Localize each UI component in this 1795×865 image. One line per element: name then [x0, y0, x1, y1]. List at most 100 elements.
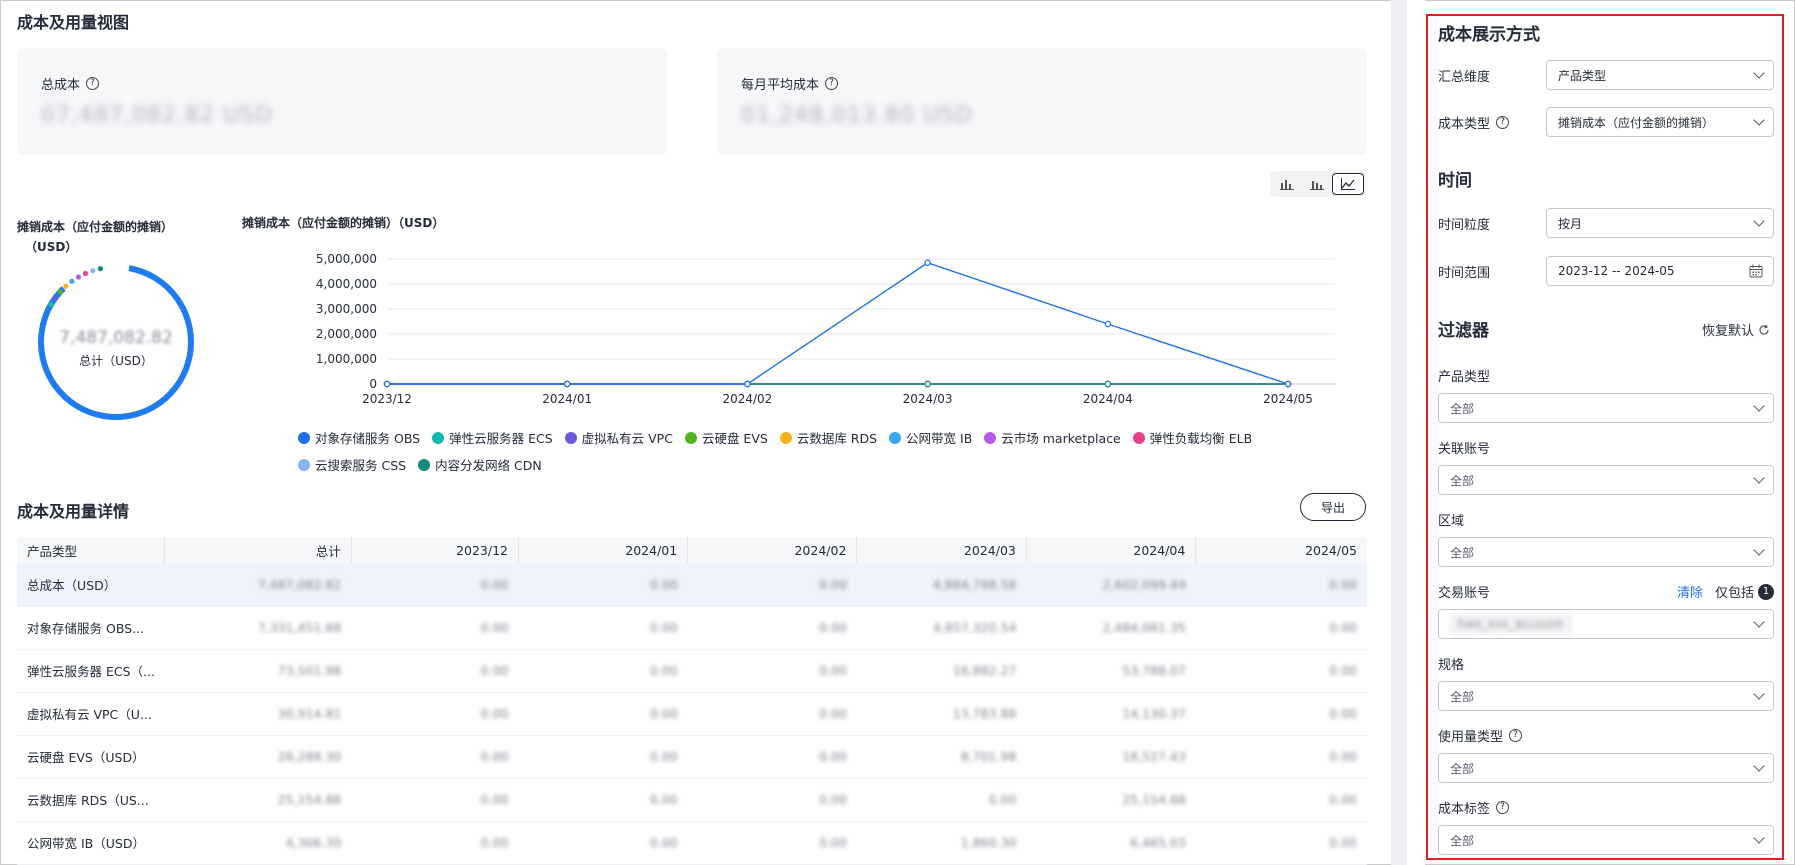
bar-chart-icon[interactable] — [1272, 173, 1302, 195]
product-type-select[interactable]: 全部 — [1438, 393, 1774, 423]
x-tick-label: 2024/04 — [1083, 392, 1133, 406]
legend-dot-icon — [984, 431, 997, 444]
donut-segment — [75, 274, 82, 280]
x-tick-label: 2024/02 — [722, 392, 772, 406]
legend-item[interactable]: 弹性负载均衡 ELB — [1132, 428, 1253, 447]
help-icon[interactable]: ? — [1509, 729, 1523, 742]
row-value: 0.00 — [1329, 576, 1357, 592]
chart-title: 摊销成本（应付金额的摊销）（USD） — [242, 216, 445, 230]
chart-legend: 对象存储服务 OBS 弹性云服务器 ECS 虚拟私有云 VPC 云硬盘 EVS 云数据库… — [298, 428, 1328, 474]
legend-item[interactable]: 云搜索服务 CSS — [298, 455, 406, 474]
legend-label: 虚拟私有云 VPC — [581, 431, 673, 446]
data-point — [1104, 380, 1112, 388]
time-title: 时间 — [1438, 171, 1472, 191]
legend-dot-icon — [418, 458, 431, 471]
legend-item[interactable]: 虚拟私有云 VPC — [564, 428, 673, 447]
row-value: 0.00 — [1329, 835, 1357, 850]
donut-segment — [63, 283, 69, 289]
export-button[interactable]: 导出 — [1300, 493, 1366, 521]
row-value: 1,860.30 — [960, 835, 1017, 850]
x-tick-label: 2024/01 — [542, 392, 592, 406]
table-row: 总成本（USD） 7,487,082.82 0.00 0.00 0.00 4,884,78… — [17, 563, 1367, 606]
filter-linked-account: 关联账号 全部 — [1438, 438, 1774, 495]
help-icon[interactable]: ? — [86, 77, 100, 90]
total-cost-card: 总成本? 07,487,082.82 USD — [17, 48, 667, 155]
trade-account-select[interactable]: hws_xxx_account — [1438, 609, 1774, 639]
help-icon[interactable]: ? — [1496, 801, 1510, 814]
row-value: 18,527.43 — [1122, 749, 1186, 764]
legend-dot-icon — [684, 431, 697, 444]
row-value: 18,882.27 — [952, 663, 1017, 678]
range-picker[interactable]: 2023-12 -- 2024-05 — [1546, 256, 1774, 286]
only-include-label[interactable]: 仅包括 — [1715, 582, 1754, 601]
x-tick-label: 2024/03 — [903, 392, 953, 406]
row-value: 0.00 — [1329, 663, 1357, 678]
legend-item[interactable]: 公网带宽 IB — [889, 428, 972, 447]
legend-item[interactable]: 云数据库 RDS — [779, 428, 878, 447]
row-value: 0.00 — [649, 620, 678, 635]
row-value: 4,306.30 — [285, 835, 342, 850]
data-point — [1104, 320, 1112, 328]
cost-tag-select[interactable]: 全部 — [1438, 825, 1774, 855]
chevron-down-icon — [1753, 760, 1765, 772]
chevron-down-icon — [1753, 616, 1765, 628]
line-chart: 5,000,000 4,000,000 3,000,000 2,000,000 1,00… — [316, 252, 1335, 406]
column-header: 2024/02 — [687, 537, 858, 563]
legend-item[interactable]: 弹性云服务器 ECS — [432, 428, 553, 447]
filter-trade-account: 交易账号 清除 仅包括 1 hws_xxx_account — [1438, 582, 1774, 639]
row-value: 0.00 — [819, 749, 847, 764]
row-value: 0.00 — [649, 576, 678, 592]
spec-select[interactable]: 全部 — [1438, 681, 1774, 711]
legend-item[interactable]: 云市场 marketplace — [984, 428, 1121, 447]
legend-item[interactable]: 云硬盘 EVS — [684, 428, 768, 447]
row-value: 53,788.07 — [1122, 663, 1186, 678]
row-value: 0.00 — [819, 576, 847, 592]
summary-dim-select[interactable]: 产品类型 — [1546, 60, 1774, 90]
region-select[interactable]: 全部 — [1438, 537, 1774, 567]
legend-dot-icon — [564, 431, 577, 444]
chevron-down-icon — [1753, 215, 1765, 227]
column-header: 总计 — [164, 537, 352, 563]
row-value: 0.00 — [988, 792, 1017, 807]
table-header-row: 产品类型 总计 2023/12 2024/01 2024/02 2024/03 2024/0… — [17, 537, 1367, 563]
total-cost-label: 总成本 — [41, 78, 81, 93]
legend-dot-icon — [298, 431, 310, 444]
chevron-down-icon — [1753, 832, 1765, 844]
data-point — [564, 380, 571, 388]
cost-type-select[interactable]: 摊销成本（应付金额的摊销） — [1546, 107, 1774, 137]
summary-dim-label: 汇总维度 — [1438, 69, 1491, 85]
row-value: 0.00 — [649, 835, 678, 850]
usage-type-select[interactable]: 全部 — [1438, 753, 1774, 783]
legend-item[interactable]: 对象存储服务 OBS — [298, 428, 420, 447]
stacked-bar-icon[interactable] — [1302, 173, 1332, 195]
chevron-down-icon — [1753, 114, 1765, 126]
row-value: 14,130.37 — [1122, 706, 1186, 721]
column-header: 2024/03 — [856, 537, 1027, 563]
clear-button[interactable]: 清除 — [1677, 582, 1703, 601]
reset-default-button[interactable]: 恢复默认 — [1702, 320, 1770, 339]
legend-label: 云数据库 RDS — [796, 431, 878, 446]
legend-label: 云硬盘 EVS — [701, 431, 768, 446]
avg-cost-label: 每月平均成本 — [741, 78, 820, 93]
line-chart-icon[interactable] — [1332, 173, 1364, 195]
row-value: 0.00 — [480, 663, 509, 678]
linked-account-select[interactable]: 全部 — [1438, 465, 1774, 495]
legend-label: 弹性负载均衡 ELB — [1149, 431, 1253, 446]
legend-item[interactable]: 内容分发网络 CDN — [418, 455, 542, 474]
refresh-icon — [1759, 324, 1769, 335]
row-value: 0.00 — [819, 620, 847, 635]
column-header: 2024/04 — [1026, 537, 1197, 563]
row-value: 2,602,099.44 — [1102, 576, 1186, 592]
row-value: 0.00 — [649, 749, 678, 764]
help-icon[interactable]: ? — [825, 77, 839, 90]
y-tick-label: 3,000,000 — [316, 302, 377, 316]
help-icon[interactable]: ? — [1496, 115, 1510, 129]
scroll-gutter — [1391, 0, 1407, 865]
cost-type-label: 成本类型 — [1438, 116, 1491, 132]
row-value: 0.00 — [1329, 749, 1357, 764]
table-row: 公网带宽 IB（USD） 4,306.30 0.00 0.00 0.00 1,860.30… — [17, 821, 1367, 864]
row-value: 0.00 — [480, 792, 509, 807]
granularity-select[interactable]: 按月 — [1546, 208, 1774, 238]
selected-count-badge: 1 — [1758, 583, 1774, 600]
table-row: 云硬盘 EVS（USD） 28,288.30 0.00 0.00 0.00 8,701.9… — [17, 735, 1367, 778]
